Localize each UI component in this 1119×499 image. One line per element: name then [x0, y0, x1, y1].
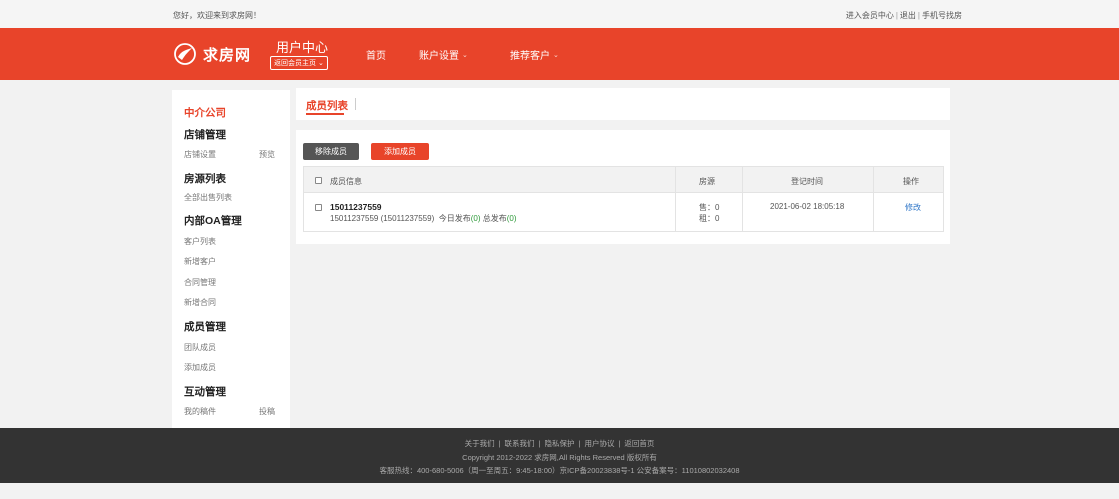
member-detail: 15011237559 (15011237559) 今日发布(0) 总发布(0) [330, 213, 517, 224]
footer-contact: 客服热线：400-680-5006（周一至周五：9:45-18:00）京ICP备… [379, 466, 740, 475]
back-home-label: 返回会员主页 [274, 60, 316, 67]
footer-link-agreement[interactable]: 用户协议 [584, 439, 614, 448]
member-phone: 15011237559 (15011237559) [330, 214, 435, 223]
col-register-time: 登记时间 [791, 177, 823, 186]
nav-account-label: 账户设置 [419, 51, 459, 62]
register-time: 2021-06-02 18:05:18 [770, 202, 845, 211]
footer-links: 关于我们 | 联系我们 | 隐私保护 | 用户协议 | 返回首页 [464, 439, 655, 448]
today-count: (0) [470, 214, 481, 223]
member-center-link[interactable]: 进入会员中心 [846, 11, 894, 20]
select-all-checkbox[interactable] [315, 177, 322, 184]
sidebar-heading-listings: 房源列表 [184, 173, 226, 185]
total-count: (0) [506, 214, 517, 223]
top-links: 进入会员中心 | 退出 | 手机号找房 [845, 11, 962, 20]
footer-copyright: Copyright 2012-2022 求房网,All Rights Reser… [462, 453, 657, 462]
sidebar-item-store-settings[interactable]: 店铺设置 [184, 149, 216, 160]
chevron-down-icon: ⌄ [462, 51, 468, 59]
footer-link-contact[interactable]: 联系我们 [505, 439, 535, 448]
tab-member-list[interactable]: 成员列表 [306, 98, 348, 113]
footer-link-privacy[interactable]: 隐私保护 [545, 439, 575, 448]
sidebar-item-all-sales[interactable]: 全部出售列表 [184, 192, 232, 203]
welcome-text: 您好，欢迎来到求房网！ [173, 11, 261, 20]
remove-member-button[interactable]: 移除成员 [303, 143, 359, 160]
total-label: 总发布 [482, 214, 507, 223]
sidebar-heading-members: 成员管理 [184, 321, 226, 333]
top-bar: 您好，欢迎来到求房网！ 进入会员中心 | 退出 | 手机号找房 [0, 0, 1119, 28]
sidebar-heading-oa: 内部OA管理 [184, 215, 242, 227]
nav-home-label: 首页 [366, 51, 386, 62]
site-logo[interactable]: 求房网 [173, 41, 251, 67]
member-table: 成员信息 房源 登记时间 操作 15011237559 15011237559 … [303, 166, 944, 232]
logout-link[interactable]: 退出 [900, 11, 916, 20]
edit-member-link[interactable]: 修改 [905, 202, 921, 213]
sidebar-item-add-contract[interactable]: 新增合同 [184, 297, 216, 308]
sidebar-item-client-list[interactable]: 客户列表 [184, 236, 216, 247]
sidebar-title: 中介公司 [184, 107, 226, 119]
chevron-down-icon: ⌄ [553, 51, 559, 59]
sidebar-item-add-client[interactable]: 新增客户 [184, 256, 216, 267]
nav-home[interactable]: 首页 [366, 47, 386, 62]
today-label: 今日发布 [438, 214, 471, 223]
member-list-panel: 移除成员 添加成员 成员信息 房源 登记时间 操作 15011237559 15… [296, 130, 950, 244]
row-checkbox[interactable] [315, 204, 322, 211]
member-name: 15011237559 [330, 202, 382, 212]
table-header: 成员信息 房源 登记时间 操作 [304, 167, 943, 193]
logo-text: 求房网 [203, 46, 252, 64]
sidebar-item-add-member[interactable]: 添加成员 [184, 362, 216, 373]
logo-icon [174, 43, 196, 65]
nav-recommend-clients[interactable]: 推荐客户 ⌄ [510, 47, 559, 62]
member-list-header: 成员列表 [296, 88, 950, 120]
sidebar-item-contracts[interactable]: 合同管理 [184, 277, 216, 288]
col-actions: 操作 [903, 177, 919, 186]
footer-link-about[interactable]: 关于我们 [465, 439, 495, 448]
nav-account-settings[interactable]: 账户设置 ⌄ [419, 47, 468, 62]
column-divider [742, 167, 743, 231]
sidebar-item-submit[interactable]: 投稿 [259, 406, 275, 417]
add-member-button[interactable]: 添加成员 [371, 143, 429, 160]
site-header: 求房网 用户中心 返回会员主页 ⌄ 首页 账户设置 ⌄ 推荐客户 ⌄ [0, 28, 1119, 80]
user-center-title: 用户中心 [276, 40, 329, 55]
sale-count: 售：0 [699, 203, 720, 212]
site-footer: 关于我们 | 联系我们 | 隐私保护 | 用户协议 | 返回首页 Copyright 2012-… [0, 428, 1119, 483]
nav-recommend-label: 推荐客户 [510, 51, 550, 62]
footer-link-home[interactable]: 返回首页 [624, 439, 654, 448]
col-listings: 房源 [699, 177, 715, 186]
sidebar-heading-store: 店铺管理 [184, 129, 226, 141]
sidebar-item-my-articles[interactable]: 我的稿件 [184, 406, 216, 417]
rent-count: 租：0 [699, 214, 720, 223]
column-divider [873, 167, 874, 231]
col-member-info: 成员信息 [330, 177, 362, 186]
tab-divider [355, 98, 356, 110]
column-divider [675, 167, 676, 231]
chevron-down-icon: ⌄ [318, 60, 324, 67]
back-home-button[interactable]: 返回会员主页 ⌄ [270, 56, 328, 70]
sidebar-item-team-members[interactable]: 团队成员 [184, 342, 216, 353]
sidebar-heading-interaction: 互动管理 [184, 386, 226, 398]
tab-underline [306, 113, 344, 115]
sidebar-item-preview[interactable]: 预览 [259, 149, 275, 160]
phone-search-link[interactable]: 手机号找房 [922, 11, 962, 20]
sidebar: 中介公司 店铺管理 店铺设置 预览 房源列表 全部出售列表 内部OA管理 客户列… [172, 90, 290, 428]
